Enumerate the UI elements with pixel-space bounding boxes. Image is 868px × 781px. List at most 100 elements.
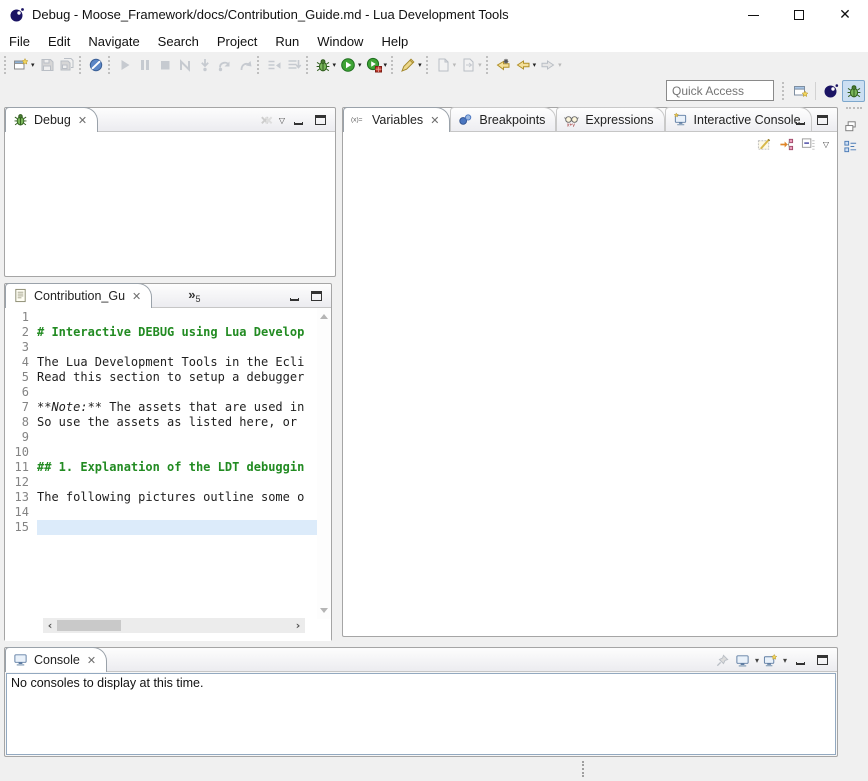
dropdown-icon[interactable]: ▾ (333, 61, 337, 69)
suspend-icon (135, 54, 155, 76)
close-window-button[interactable]: ✕ (822, 0, 868, 30)
view-menu-icon[interactable]: ▽ (823, 140, 829, 149)
tab-debug[interactable]: Debug ✕ (5, 107, 98, 132)
tab-interactive-console-label: Interactive Console (694, 113, 801, 127)
menu-project[interactable]: Project (208, 32, 266, 51)
line-number: 6 (5, 385, 37, 400)
title-bar: Debug - Moose_Framework/docs/Contributio… (0, 0, 868, 30)
tab-editor-contribution-guide[interactable]: Contribution_Gu ✕ (5, 283, 152, 308)
tab-expressions[interactable]: x+y Expressions (556, 107, 664, 131)
view-menu-icon[interactable]: ▽ (279, 116, 285, 125)
close-icon[interactable]: ✕ (87, 654, 96, 667)
editor-body[interactable]: 12# Interactive DEBUG using Lua Develop3… (5, 308, 331, 641)
back-icon[interactable]: ▾ (513, 54, 539, 76)
debug-perspective-button[interactable] (842, 80, 865, 102)
dropdown-icon[interactable]: ▾ (358, 61, 362, 69)
editor-vertical-scrollbar[interactable] (317, 308, 331, 619)
remove-all-terminated-icon[interactable] (259, 112, 275, 128)
tab-variables[interactable]: (x)= Variables ✕ (343, 107, 450, 132)
open-perspective-button[interactable] (789, 80, 812, 102)
restore-view-icon[interactable] (842, 118, 858, 134)
editor-line: 13The following pictures outline some o (5, 490, 317, 505)
menu-help[interactable]: Help (372, 32, 417, 51)
show-logical-structure-icon[interactable] (779, 137, 795, 153)
dropdown-icon[interactable]: ▾ (533, 61, 537, 69)
pin-console-icon[interactable] (715, 652, 731, 668)
disconnect-icon (175, 54, 195, 76)
line-number: 7 (5, 400, 37, 415)
menu-window[interactable]: Window (308, 32, 372, 51)
menu-run[interactable]: Run (266, 32, 308, 51)
last-edit-location-icon[interactable] (493, 54, 513, 76)
drop-to-frame-icon (284, 54, 304, 76)
debug-view-content[interactable] (5, 132, 335, 276)
code-text (37, 340, 317, 355)
scrollbar-thumb[interactable] (57, 620, 121, 631)
minimize-window-button[interactable] (730, 0, 776, 30)
maximize-view-icon[interactable] (813, 652, 831, 668)
run-icon[interactable]: ▾ (338, 54, 364, 76)
maximize-window-button[interactable] (776, 0, 822, 30)
code-text (37, 385, 317, 400)
new-file-icon: ▾ (433, 54, 459, 76)
outline-view-icon[interactable] (842, 139, 858, 155)
close-icon[interactable]: ✕ (430, 114, 439, 127)
open-element-icon: ▾ (458, 54, 484, 76)
svg-text:(x)=: (x)= (351, 116, 363, 123)
hidden-editors-chevron[interactable]: »5 (188, 287, 200, 304)
tab-breakpoints[interactable]: Breakpoints (450, 107, 556, 131)
display-selected-console-icon[interactable] (735, 652, 751, 668)
scroll-up-icon[interactable] (320, 314, 328, 319)
external-tools-icon[interactable]: ▾ (398, 54, 424, 76)
menu-file[interactable]: File (0, 32, 39, 51)
run-coverage-icon[interactable]: ▾ (364, 54, 390, 76)
menu-search[interactable]: Search (149, 32, 208, 51)
collapse-all-icon[interactable] (801, 137, 817, 153)
resume-icon (115, 54, 135, 76)
new-wizard-icon[interactable]: ▾ (11, 54, 37, 76)
open-console-icon[interactable] (763, 652, 779, 668)
code-text: The following pictures outline some o (37, 490, 317, 505)
code-text (37, 475, 317, 490)
tab-variables-label: Variables (372, 113, 423, 127)
dropdown-icon[interactable]: ▾ (384, 61, 388, 69)
statusbar-drag-handle[interactable] (582, 761, 584, 777)
tab-editor-label: Contribution_Gu (34, 289, 125, 303)
dropdown-icon[interactable]: ▾ (31, 61, 35, 69)
debug-icon[interactable]: ▾ (313, 54, 339, 76)
editor-text-area[interactable]: 12# Interactive DEBUG using Lua Develop3… (5, 310, 317, 535)
tab-interactive-console[interactable]: Interactive Console (665, 107, 812, 131)
minimize-view-icon[interactable] (289, 112, 307, 128)
trim-drag-handle[interactable] (846, 107, 862, 112)
minimize-view-icon[interactable] (791, 652, 809, 668)
editor-horizontal-scrollbar[interactable]: ‹ › (43, 618, 305, 633)
line-number: 9 (5, 430, 37, 445)
skip-all-breakpoints-icon[interactable] (86, 54, 106, 76)
variables-view-content[interactable] (343, 157, 837, 635)
dropdown-icon[interactable]: ▾ (418, 61, 422, 69)
menu-navigate[interactable]: Navigate (79, 32, 148, 51)
close-icon[interactable]: ✕ (78, 114, 87, 127)
lua-perspective-button[interactable] (819, 80, 842, 102)
toolbar-drag-handle (486, 56, 489, 74)
dropdown-icon[interactable]: ▾ (755, 656, 759, 665)
tab-console[interactable]: Console ✕ (5, 647, 107, 672)
minimize-view-icon[interactable] (791, 112, 809, 128)
interactive-console-icon (673, 112, 689, 128)
close-icon[interactable]: ✕ (132, 290, 141, 303)
scroll-left-icon[interactable]: ‹ (43, 619, 57, 632)
menu-edit[interactable]: Edit (39, 32, 79, 51)
maximize-view-icon[interactable] (307, 288, 325, 304)
maximize-view-icon[interactable] (311, 112, 329, 128)
use-step-filters-icon (264, 54, 284, 76)
show-type-names-icon[interactable] (757, 137, 773, 153)
debug-icon (13, 112, 29, 128)
scroll-down-icon[interactable] (320, 608, 328, 613)
code-text (37, 520, 317, 535)
maximize-view-icon[interactable] (813, 112, 831, 128)
minimize-view-icon[interactable] (285, 288, 303, 304)
scroll-right-icon[interactable]: › (291, 619, 305, 632)
quick-access-input[interactable] (666, 80, 774, 101)
dropdown-icon[interactable]: ▾ (783, 656, 787, 665)
hidden-editors-count: 5 (195, 294, 200, 304)
